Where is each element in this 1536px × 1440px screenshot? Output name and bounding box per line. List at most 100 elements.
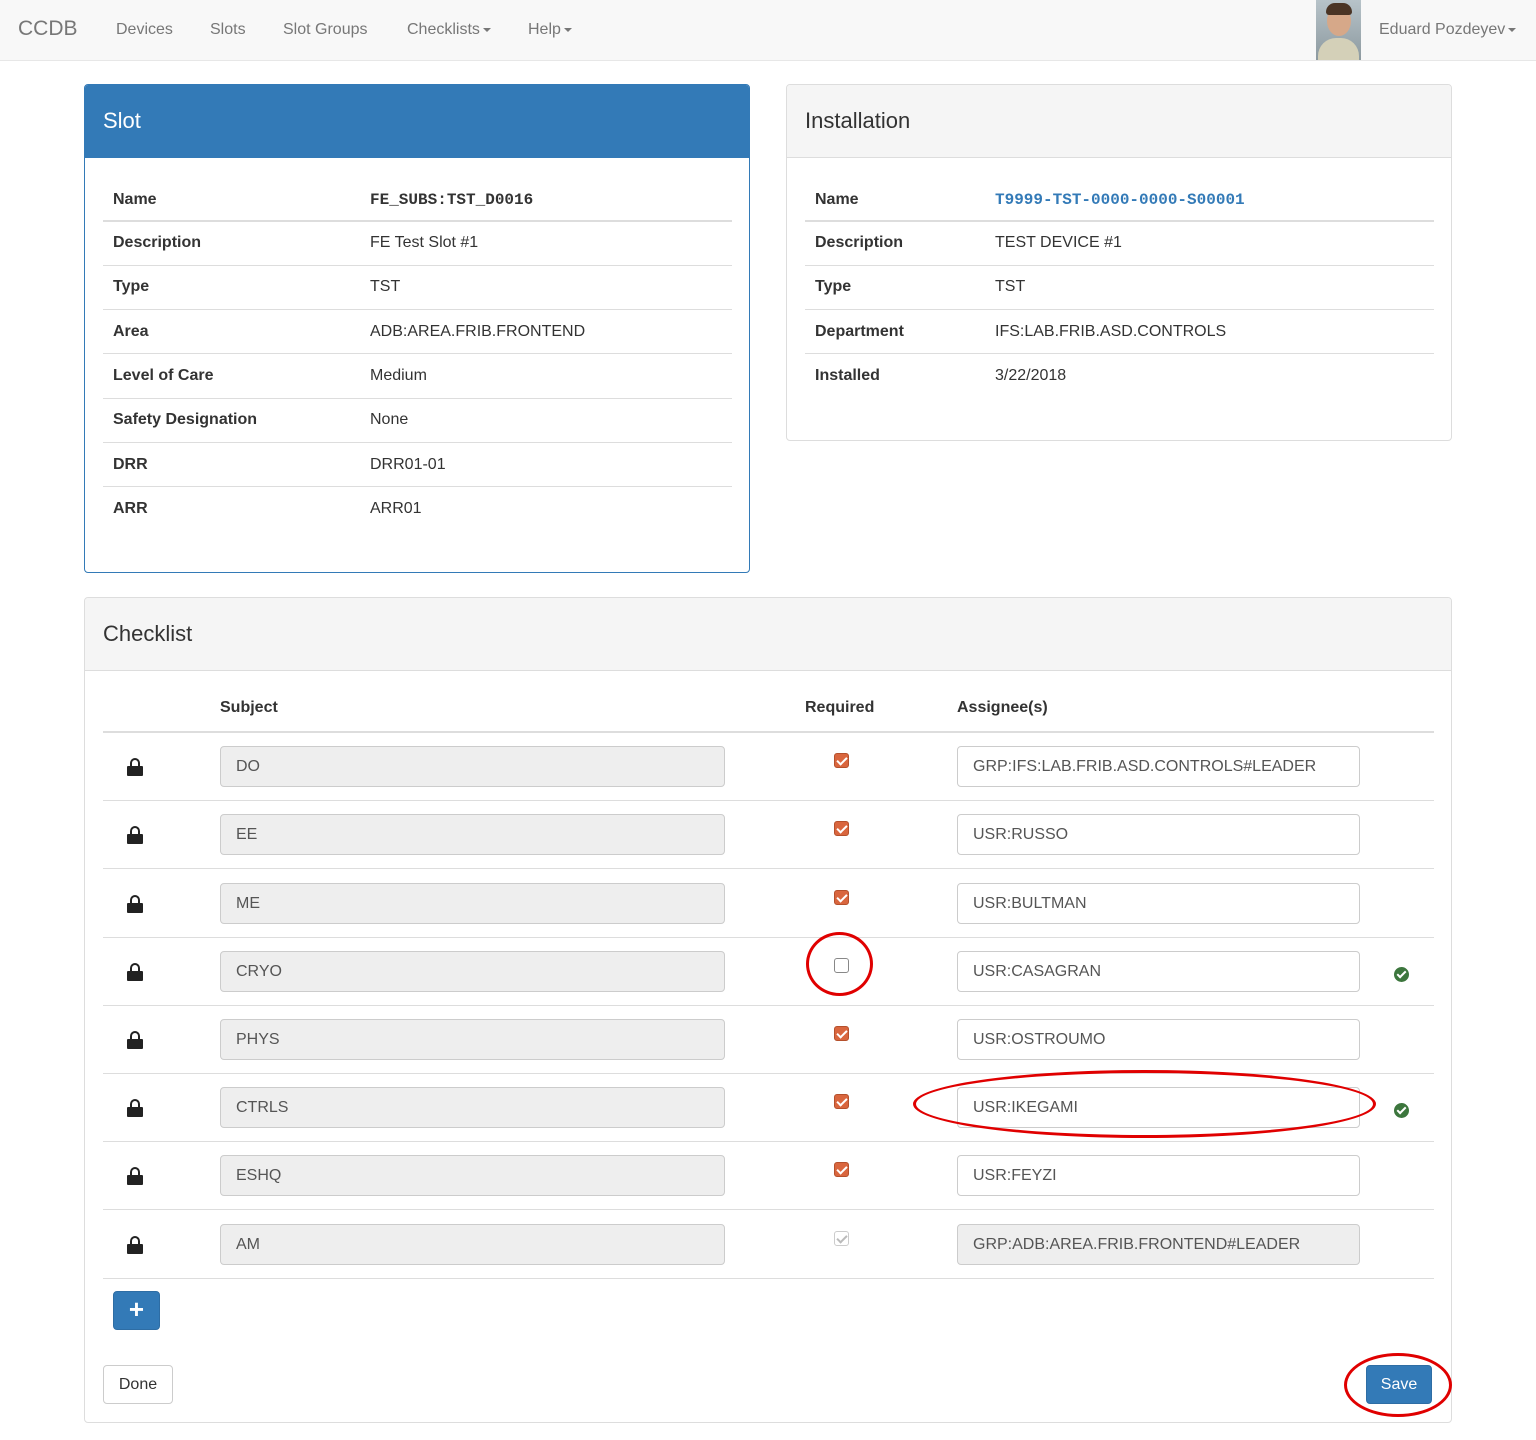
slot-arr-label: ARR — [103, 486, 360, 532]
subject-field: AM — [220, 1223, 725, 1265]
table-row: Description FE Test Slot #1 — [103, 220, 732, 266]
installation-department-label: Department — [805, 309, 985, 354]
installation-installed-label: Installed — [805, 353, 985, 399]
nav-slot-groups[interactable]: Slot Groups — [283, 21, 367, 39]
installation-name-link[interactable]: T9999-TST-0000-0000-S00001 — [985, 179, 1434, 222]
assignee-input[interactable]: USR:RUSSO — [957, 814, 1360, 856]
slot-level-of-care-value: Medium — [360, 353, 732, 399]
subject-field: ME — [220, 882, 725, 924]
slot-safety-designation-value: None — [360, 397, 732, 443]
row-divider — [103, 1209, 1434, 1211]
subject-field: ESHQ — [220, 1155, 725, 1197]
column-header-subject: Subject — [220, 699, 278, 716]
lock-icon — [127, 758, 143, 777]
save-button[interactable]: Save — [1366, 1365, 1432, 1404]
slot-info-table: Name FE_SUBS:TST_D0016 Description FE Test… — [103, 179, 732, 532]
installation-panel-title: Installation — [787, 85, 1451, 158]
nav-checklists-label: Checklists — [407, 21, 480, 38]
nav-devices[interactable]: Devices — [116, 21, 173, 39]
lock-icon — [127, 1030, 143, 1049]
slot-area-value: ADB:AREA.FRIB.FRONTEND — [360, 309, 732, 354]
column-header-required: Required — [805, 699, 875, 716]
required-checkbox[interactable] — [834, 1094, 849, 1110]
required-checkbox[interactable] — [834, 957, 849, 973]
lock-icon — [127, 1235, 143, 1254]
assignee-input[interactable]: USR:BULTMAN — [957, 882, 1360, 924]
subject-field: CTRLS — [220, 1087, 725, 1129]
brand-logo[interactable]: CCDB — [18, 17, 78, 41]
assignee-input[interactable]: USR:CASAGRAN — [957, 950, 1360, 992]
slot-type-label: Type — [103, 264, 360, 310]
user-menu-dropdown[interactable]: Eduard Pozdeyev — [1379, 21, 1517, 39]
slot-level-of-care-label: Level of Care — [103, 353, 360, 399]
row-divider — [103, 1073, 1434, 1074]
lock-icon — [127, 826, 143, 845]
table-row: Installed 3/22/2018 — [805, 353, 1434, 399]
installation-installed-value: 3/22/2018 — [985, 353, 1434, 399]
check-circle-icon — [1394, 966, 1409, 982]
installation-description-value: TEST DEVICE #1 — [985, 220, 1434, 266]
required-checkbox[interactable] — [834, 821, 849, 837]
slot-area-label: Area — [103, 309, 360, 354]
installation-info-table: Name T9999-TST-0000-0000-S00001 Descripti… — [805, 179, 1434, 399]
nav-checklists-dropdown[interactable]: Checklists — [407, 21, 491, 39]
user-avatar[interactable] — [1316, 0, 1361, 60]
add-row-button[interactable]: + — [113, 1291, 160, 1330]
navbar: CCDB Devices Slots Slot Groups Checklist… — [0, 0, 1536, 61]
slot-arr-value: ARR01 — [360, 486, 732, 532]
row-divider — [103, 1141, 1434, 1143]
lock-icon — [127, 1099, 143, 1118]
subject-field: CRYO — [220, 950, 725, 992]
row-divider — [103, 1004, 1434, 1006]
slot-name-label: Name — [103, 179, 360, 222]
installation-department-value: IFS:LAB.FRIB.ASD.CONTROLS — [985, 309, 1434, 354]
table-row: Area ADB:AREA.FRIB.FRONTEND — [103, 309, 732, 354]
table-row: Name T9999-TST-0000-0000-S00001 — [805, 179, 1434, 222]
done-button[interactable]: Done — [103, 1365, 173, 1404]
table-row: Name FE_SUBS:TST_D0016 — [103, 179, 732, 222]
installation-name-label: Name — [805, 179, 985, 222]
nav-help-dropdown[interactable]: Help — [528, 21, 572, 39]
row-divider — [103, 1277, 1434, 1279]
assignee-input[interactable]: USR:FEYZI — [957, 1155, 1360, 1197]
nav-slots[interactable]: Slots — [210, 21, 246, 39]
header-divider — [103, 731, 1434, 733]
assignee-input[interactable]: USR:OSTROUMO — [957, 1018, 1360, 1060]
slot-drr-label: DRR — [103, 441, 360, 487]
required-checkbox[interactable] — [834, 889, 849, 905]
slot-panel-title: Slot — [85, 85, 749, 158]
row-divider — [103, 936, 1434, 938]
table-row: Type TST — [805, 264, 1434, 310]
installation-type-label: Type — [805, 264, 985, 310]
installation-type-value: TST — [985, 264, 1434, 310]
lock-icon — [127, 962, 143, 981]
table-row: ARR ARR01 — [103, 486, 732, 532]
table-row: DRR DRR01-01 — [103, 441, 732, 487]
nav-help-label: Help — [528, 21, 561, 38]
installation-description-label: Description — [805, 220, 985, 266]
assignee-input[interactable]: USR:IKEGAMI — [957, 1087, 1360, 1129]
table-row: Description TEST DEVICE #1 — [805, 220, 1434, 266]
installation-panel: Installation Name T9999-TST-0000-0000-S00… — [786, 84, 1452, 441]
slot-type-value: TST — [360, 264, 732, 310]
required-checkbox[interactable] — [834, 1162, 849, 1178]
assignee-input[interactable]: GRP:IFS:LAB.FRIB.ASD.CONTROLS#LEADER — [957, 746, 1360, 788]
table-row: Type TST — [103, 264, 732, 310]
checklist-panel-title: Checklist — [85, 598, 1451, 671]
required-checkbox[interactable] — [834, 753, 849, 769]
caret-down-icon — [482, 27, 491, 32]
table-row: Level of Care Medium — [103, 353, 732, 399]
user-name: Eduard Pozdeyev — [1379, 21, 1506, 38]
subject-field: PHYS — [220, 1018, 725, 1060]
table-row: Department IFS:LAB.FRIB.ASD.CONTROLS — [805, 309, 1434, 354]
caret-down-icon — [563, 27, 572, 32]
table-row: Safety Designation None — [103, 397, 732, 443]
row-divider — [103, 868, 1434, 870]
subject-field: DO — [220, 746, 725, 788]
slot-name-value: FE_SUBS:TST_D0016 — [360, 179, 732, 222]
subject-field: EE — [220, 814, 725, 856]
slot-description-label: Description — [103, 220, 360, 266]
caret-down-icon — [1508, 27, 1517, 32]
required-checkbox[interactable] — [834, 1025, 849, 1041]
checklist-panel: Checklist Subject Required Assignee(s) D… — [84, 597, 1452, 1423]
